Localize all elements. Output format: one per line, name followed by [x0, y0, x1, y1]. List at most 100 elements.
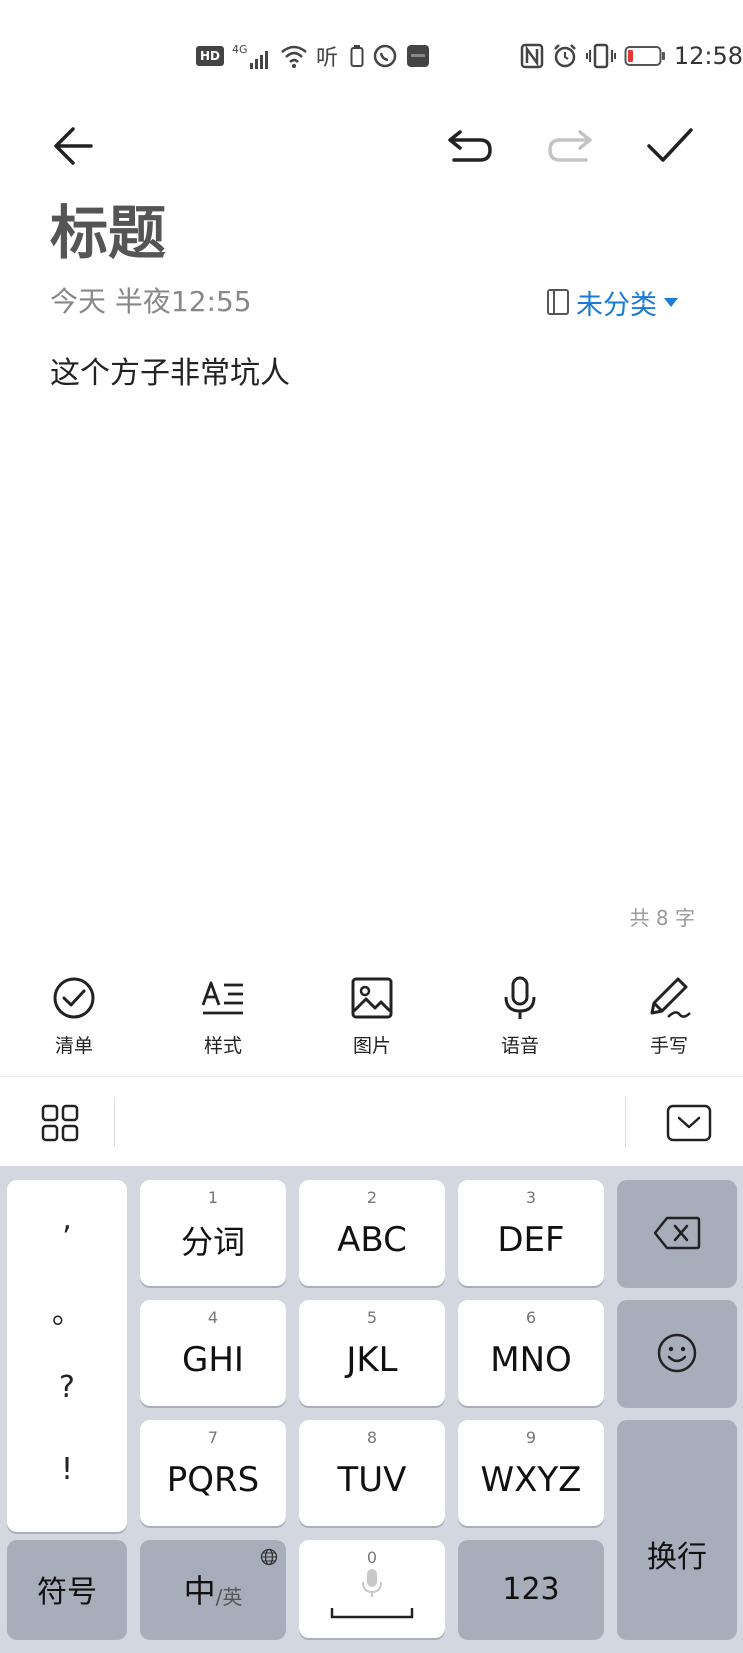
caret-down-icon: [664, 298, 678, 307]
style-label: 样式: [203, 1035, 242, 1057]
punctuation-column[interactable]: , 。 ? !: [7, 1180, 127, 1532]
ime-menu-button[interactable]: [36, 1099, 84, 1147]
network-type: 4G: [232, 43, 248, 56]
category-label: 未分类: [576, 289, 657, 321]
editor-tools: 清单 样式 图片 语音 手写: [0, 975, 743, 1075]
note-title[interactable]: 标题: [50, 198, 166, 268]
back-button[interactable]: [44, 118, 104, 174]
microphone-icon: [504, 976, 536, 1019]
text-style-icon: [201, 981, 243, 1015]
undo-icon: [448, 130, 492, 162]
battery-small-icon: [350, 45, 364, 67]
redo-icon: [548, 130, 592, 162]
punct-period[interactable]: 。: [7, 1288, 127, 1332]
key-number: 3: [525, 1188, 537, 1207]
key-8[interactable]: 8 TUV: [299, 1420, 445, 1526]
note-toolbar: [0, 110, 743, 180]
key-number: 4: [207, 1308, 219, 1327]
smiley-icon: [657, 1333, 697, 1373]
key-label: WXYZ: [480, 1460, 582, 1500]
key-4[interactable]: 4 GHI: [140, 1300, 286, 1406]
hd-badge: HD: [196, 46, 225, 66]
symbols-key[interactable]: 符号: [7, 1540, 127, 1638]
candidate-divider-right: [625, 1097, 626, 1147]
key-number: 0: [366, 1548, 378, 1567]
status-left-icons: HD 4G 听: [196, 38, 430, 74]
char-count: 共 8 字: [629, 906, 695, 930]
numbers-key[interactable]: 123: [458, 1540, 604, 1638]
language-switch-key[interactable]: 中/英: [140, 1540, 286, 1638]
alarm-icon: [553, 44, 576, 68]
candidate-divider-left: [114, 1097, 115, 1147]
checklist-button[interactable]: 清单: [24, 975, 124, 1058]
lang-sub-label: /英: [215, 1584, 243, 1609]
category-selector[interactable]: 未分类: [546, 282, 679, 322]
note-body[interactable]: 这个方子非常坑人: [50, 354, 290, 394]
signal-icon: 4G: [232, 43, 272, 69]
backspace-key[interactable]: [617, 1180, 737, 1286]
key-6[interactable]: 6 MNO: [458, 1300, 604, 1406]
key-number: 2: [366, 1188, 378, 1207]
style-button[interactable]: 样式: [173, 975, 273, 1058]
wifi-icon: [280, 45, 307, 68]
emoji-key[interactable]: [617, 1300, 737, 1406]
status-right-icons: 12:58: [488, 38, 743, 74]
vibrate-icon: [585, 43, 616, 69]
enter-key[interactable]: 换行: [617, 1420, 737, 1638]
svg-text:听: 听: [316, 46, 338, 69]
key-7[interactable]: 7 PQRS: [140, 1420, 286, 1526]
key-number: 7: [207, 1428, 219, 1447]
backspace-icon: [653, 1216, 701, 1250]
confirm-button[interactable]: [640, 118, 700, 174]
enter-label: 换行: [647, 1540, 707, 1575]
listen-app-icon: 听: [316, 46, 338, 69]
punct-comma[interactable]: ,: [7, 1202, 127, 1237]
hide-keyboard-button[interactable]: [664, 1101, 714, 1145]
punct-question[interactable]: ?: [7, 1370, 127, 1405]
handwrite-button[interactable]: 手写: [619, 975, 719, 1058]
redo-button[interactable]: [540, 118, 600, 174]
handwrite-label: 手写: [649, 1035, 688, 1057]
key-5[interactable]: 5 JKL: [299, 1300, 445, 1406]
image-label: 图片: [352, 1035, 391, 1057]
key-label: PQRS: [166, 1460, 260, 1500]
keyboard-hide-icon: [666, 1104, 712, 1142]
key-label: JKL: [346, 1340, 398, 1380]
image-button[interactable]: 图片: [322, 975, 422, 1058]
check-icon: [647, 128, 693, 162]
key-label: MNO: [490, 1340, 572, 1380]
punct-exclaim[interactable]: !: [7, 1452, 127, 1487]
space-key[interactable]: 0: [299, 1540, 445, 1638]
key-label: TUV: [337, 1460, 407, 1500]
ime-candidate-bar: [0, 1076, 743, 1166]
key-9[interactable]: 9 WXYZ: [458, 1420, 604, 1526]
key-label: GHI: [182, 1340, 244, 1380]
pen-icon: [650, 977, 691, 1018]
checklist-label: 清单: [54, 1035, 93, 1057]
note-date: 今天 半夜12:55: [50, 285, 252, 318]
lang-main-label: 中: [183, 1572, 216, 1610]
undo-button[interactable]: [440, 118, 500, 174]
voice-button[interactable]: 语音: [470, 975, 570, 1058]
key-label: ABC: [337, 1220, 407, 1260]
grid-icon: [41, 1104, 79, 1142]
key-number: 6: [525, 1308, 537, 1327]
key-2[interactable]: 2 ABC: [299, 1180, 445, 1286]
clock: 12:58: [673, 42, 743, 70]
globe-icon: [260, 1548, 278, 1566]
key-number: 5: [366, 1308, 378, 1327]
notebook-icon: [547, 289, 569, 315]
ime-keyboard: , 。 ? ! 1 分词 2 ABC 3 DEF 4 GHI 5 JKL 6 M…: [0, 1166, 743, 1653]
key-number: 1: [207, 1188, 219, 1207]
space-bar-icon: [330, 1608, 414, 1619]
hms-icon: [406, 45, 429, 67]
status-bar: HD 4G 听 12:58: [0, 0, 743, 110]
key-3[interactable]: 3 DEF: [458, 1180, 604, 1286]
key-number: 9: [525, 1428, 537, 1447]
numbers-label: 123: [502, 1571, 560, 1607]
arrow-left-icon: [54, 127, 93, 165]
nfc-icon: [520, 43, 544, 69]
key-1[interactable]: 1 分词: [140, 1180, 286, 1286]
microphone-small-icon: [362, 1569, 382, 1597]
voice-label: 语音: [500, 1035, 539, 1057]
